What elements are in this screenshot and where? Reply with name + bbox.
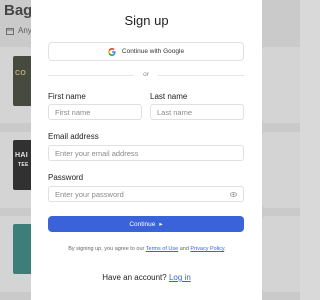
email-field[interactable]: Enter your email address (48, 145, 244, 161)
last-name-placeholder: Last name (157, 107, 193, 117)
google-button-label: Continue with Google (121, 48, 185, 55)
password-label: Password (48, 173, 84, 182)
google-icon (108, 47, 116, 56)
password-field[interactable]: Enter your password (48, 186, 244, 202)
have-account-row: Have an account? Log in (31, 273, 262, 282)
first-name-label: First name (48, 92, 86, 101)
terms-and: and (178, 246, 191, 252)
login-link[interactable]: Log in (169, 273, 191, 282)
arrow-right-icon: ▸ (159, 221, 163, 228)
last-name-field[interactable]: Last name (150, 104, 244, 120)
divider-text: or (143, 71, 149, 78)
modal-title: Sign up (124, 13, 169, 28)
password-placeholder: Enter your password (55, 189, 124, 199)
email-label: Email address (48, 132, 99, 141)
last-name-label: Last name (150, 92, 188, 101)
terms-prefix: By signing up, you agree to our (68, 246, 146, 252)
or-divider: or (48, 71, 244, 79)
terms-suffix: . (224, 246, 226, 252)
have-account-text: Have an account? (102, 273, 167, 282)
continue-button-label: Continue (129, 220, 156, 228)
first-name-field[interactable]: First name (48, 104, 142, 120)
terms-of-use-link[interactable]: Terms of Use (146, 246, 178, 252)
continue-with-google-button[interactable]: Continue with Google (48, 42, 244, 61)
show-password-icon[interactable] (230, 191, 237, 198)
privacy-policy-link[interactable]: Privacy Policy (190, 246, 224, 252)
continue-button[interactable]: Continue ▸ (48, 216, 244, 232)
signup-modal: Sign up Continue with Google or First na… (31, 0, 262, 300)
terms-notice: By signing up, you agree to our Terms of… (61, 245, 233, 254)
email-placeholder: Enter your email address (55, 148, 139, 158)
first-name-placeholder: First name (55, 107, 91, 117)
